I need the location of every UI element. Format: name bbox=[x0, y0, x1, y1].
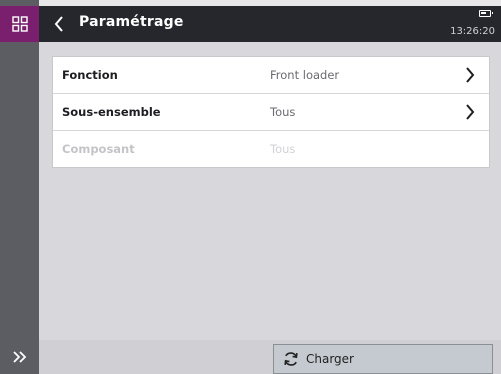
expand-sidebar-button[interactable] bbox=[0, 340, 39, 374]
page-title: Paramétrage bbox=[79, 14, 184, 30]
settings-row-sous-ensemble[interactable]: Sous-ensemble Tous bbox=[53, 94, 489, 131]
chevron-right-icon bbox=[466, 104, 475, 120]
back-button[interactable] bbox=[49, 12, 69, 36]
title-bar: Paramétrage 13:26:20 bbox=[39, 6, 501, 42]
row-label: Fonction bbox=[62, 68, 118, 82]
double-chevron-right-icon bbox=[12, 351, 26, 363]
load-label: Charger bbox=[306, 352, 354, 366]
chevron-right-icon bbox=[466, 67, 475, 83]
row-value: Front loader bbox=[270, 68, 340, 82]
refresh-icon bbox=[284, 352, 298, 366]
settings-row-fonction[interactable]: Fonction Front loader bbox=[53, 57, 489, 94]
battery-icon bbox=[479, 10, 493, 17]
grid-icon bbox=[11, 16, 28, 32]
left-rail bbox=[0, 0, 39, 374]
chevron-left-icon bbox=[54, 16, 63, 32]
load-button[interactable]: Charger bbox=[273, 344, 493, 374]
settings-list: Fonction Front loader Sous-ensemble Tous… bbox=[52, 56, 490, 168]
row-value: Tous bbox=[270, 142, 296, 156]
clock-time: 13:26:20 bbox=[450, 26, 495, 37]
row-value: Tous bbox=[270, 105, 296, 119]
app-menu-button[interactable] bbox=[0, 6, 39, 42]
settings-row-composant: Composant Tous bbox=[53, 131, 489, 167]
row-label: Sous-ensemble bbox=[62, 105, 161, 119]
row-label: Composant bbox=[62, 142, 135, 156]
